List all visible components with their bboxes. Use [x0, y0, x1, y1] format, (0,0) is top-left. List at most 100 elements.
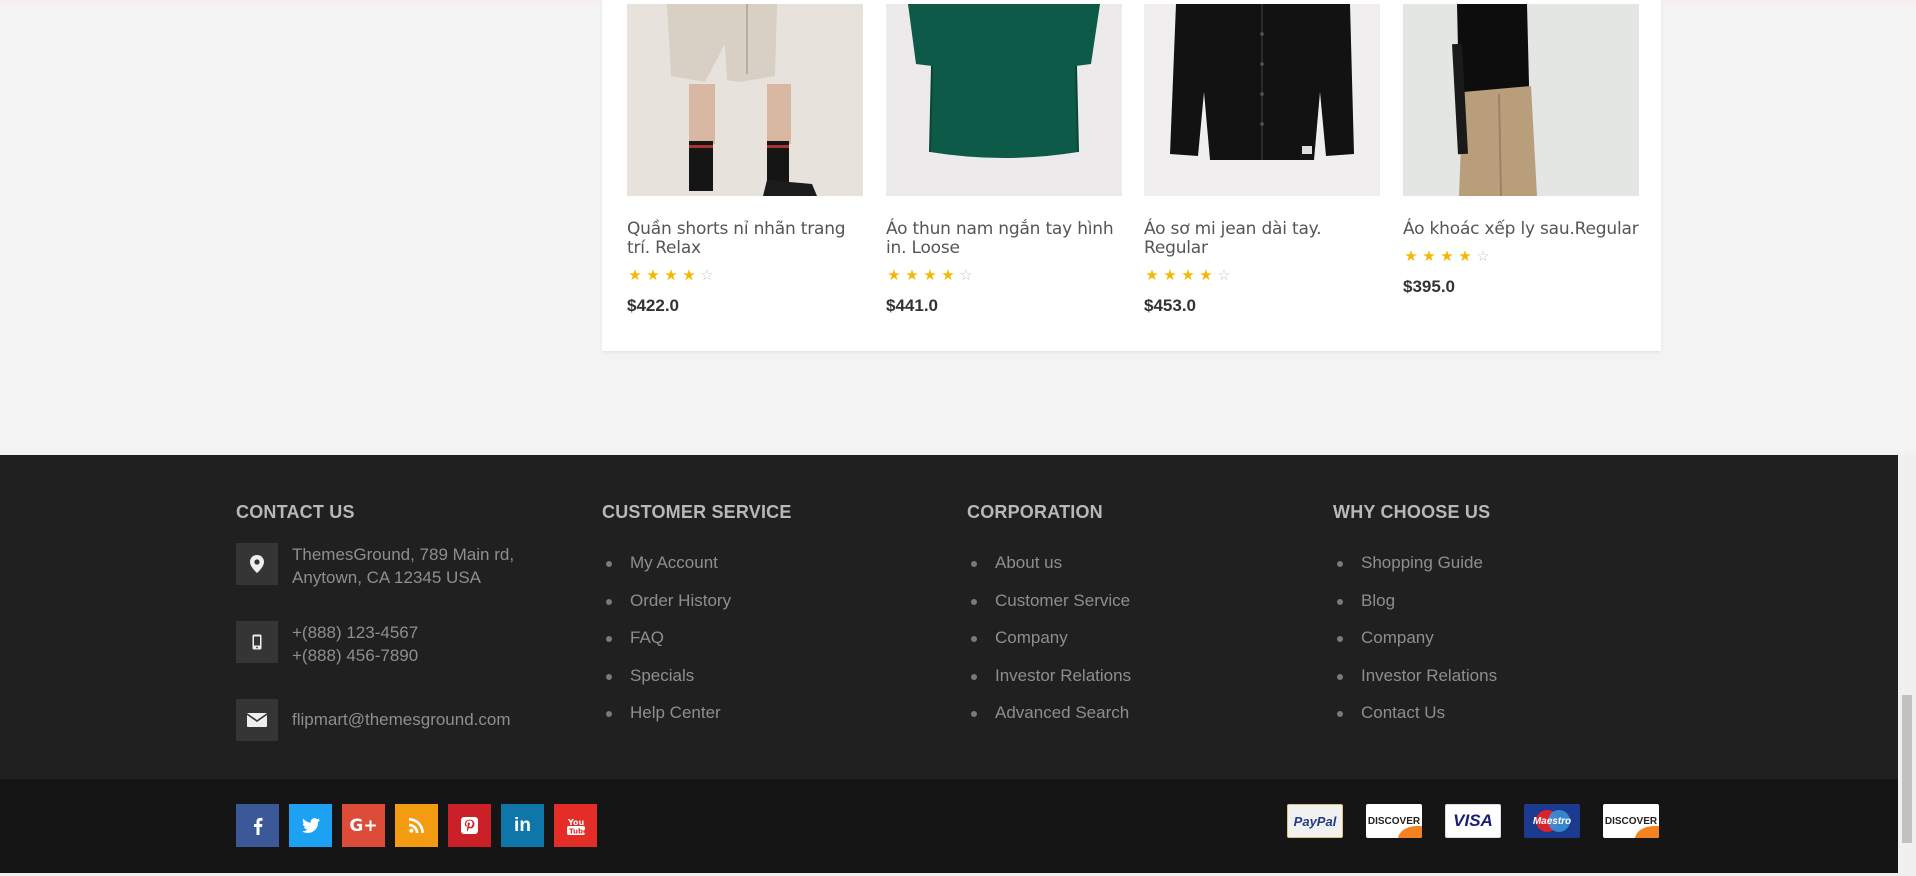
rss-icon[interactable]: [395, 804, 438, 847]
twitter-icon[interactable]: [289, 804, 332, 847]
star-filled-icon: ★: [1422, 248, 1436, 265]
address-text: ThemesGround, 789 Main rd, Anytown, CA 1…: [292, 545, 515, 587]
star-filled-icon: ★: [646, 267, 660, 284]
star-filled-icon: ★: [905, 267, 919, 284]
payment-methods: PayPal DISCOVER VISA Maestro DISCOVER: [1287, 804, 1659, 838]
footer-link[interactable]: Blog: [1333, 591, 1663, 630]
contact-title: CONTACT US: [236, 502, 355, 522]
footer-link[interactable]: Advanced Search: [967, 704, 1297, 742]
star-filled-icon: ★: [628, 267, 642, 284]
footer-link[interactable]: Customer Service: [967, 591, 1297, 630]
footer-link[interactable]: My Account: [602, 554, 932, 592]
product-price: $395.0: [1403, 277, 1455, 296]
phone-number[interactable]: +(888) 123-4567: [292, 621, 418, 644]
footer-link[interactable]: Company: [967, 629, 1297, 667]
discover-icon: DISCOVER: [1366, 804, 1422, 838]
product-name[interactable]: Quần shorts nỉ nhãn trang trí. Relax: [627, 220, 863, 258]
star-filled-icon: ★: [1458, 248, 1472, 265]
product-name[interactable]: Áo khoác xếp ly sau.Regular: [1403, 220, 1639, 239]
star-filled-icon: ★: [1145, 267, 1159, 284]
footer-link[interactable]: Company: [1333, 629, 1663, 667]
footer-link[interactable]: Help Center: [602, 704, 932, 742]
contact-phone: +(888) 123-4567 +(888) 456-7890: [236, 621, 418, 667]
star-filled-icon: ★: [1404, 248, 1418, 265]
maestro-icon: Maestro: [1524, 804, 1580, 838]
footer-why-choose-us: WHY CHOOSE US Shopping Guide Blog Compan…: [1333, 502, 1663, 742]
footer-link[interactable]: About us: [967, 554, 1297, 592]
page-scrollbar[interactable]: [1898, 455, 1916, 876]
email-link[interactable]: flipmart@themesground.com: [292, 699, 511, 741]
contact-email: flipmart@themesground.com: [236, 699, 511, 741]
product-price: $422.0: [627, 296, 679, 315]
payment-label: PayPal: [1293, 813, 1337, 829]
payment-label: DISCOVER: [1604, 815, 1658, 827]
customer-service-links: My Account Order History FAQ Specials He…: [602, 554, 932, 742]
mobile-phone-icon: [236, 621, 278, 663]
linkedin-icon[interactable]: in: [501, 804, 544, 847]
star-filled-icon: ★: [941, 267, 955, 284]
product-image[interactable]: [1403, 4, 1639, 196]
star-filled-icon: ★: [682, 267, 696, 284]
pinterest-icon[interactable]: [448, 804, 491, 847]
visa-icon: VISA: [1445, 804, 1501, 838]
payment-label: VISA: [1453, 811, 1493, 830]
product-name[interactable]: Áo thun nam ngắn tay hình in. Loose: [886, 220, 1122, 258]
facebook-icon[interactable]: [236, 804, 279, 847]
star-empty-icon: ☆: [1476, 248, 1490, 265]
star-filled-icon: ★: [1199, 267, 1213, 284]
product-card[interactable]: Áo thun nam ngắn tay hình in. Loose ★ ★ …: [886, 4, 1122, 316]
why-choose-us-links: Shopping Guide Blog Company Investor Rel…: [1333, 554, 1663, 742]
footer-corporation: CORPORATION About us Customer Service Co…: [967, 502, 1297, 742]
footer-link[interactable]: Contact Us: [1333, 704, 1663, 742]
why-choose-us-title: WHY CHOOSE US: [1333, 502, 1491, 522]
map-marker-icon: [236, 543, 278, 585]
footer-contact: CONTACT US: [236, 502, 566, 526]
payment-label: Maestro: [1532, 815, 1572, 827]
product-rating: ★ ★ ★ ★ ☆: [1403, 249, 1639, 265]
footer-link[interactable]: Investor Relations: [967, 666, 1297, 705]
star-filled-icon: ★: [923, 267, 937, 284]
star-empty-icon: ☆: [959, 267, 973, 284]
product-card[interactable]: Áo khoác xếp ly sau.Regular ★ ★ ★ ★ ☆ $3…: [1403, 4, 1639, 297]
product-rating: ★ ★ ★ ★ ☆: [886, 268, 1122, 284]
youtube-icon[interactable]: YouTube: [554, 804, 597, 847]
star-filled-icon: ★: [1440, 248, 1454, 265]
envelope-icon: [236, 699, 278, 741]
footer-link[interactable]: Shopping Guide: [1333, 554, 1663, 592]
google-plus-icon[interactable]: G+: [342, 804, 385, 847]
star-filled-icon: ★: [1181, 267, 1195, 284]
footer-link[interactable]: Specials: [602, 666, 932, 705]
customer-service-title: CUSTOMER SERVICE: [602, 502, 792, 522]
phone-numbers: +(888) 123-4567 +(888) 456-7890: [292, 621, 418, 667]
payment-label: DISCOVER: [1367, 815, 1421, 827]
scrollbar-thumb[interactable]: [1902, 695, 1912, 843]
star-filled-icon: ★: [664, 267, 678, 284]
star-filled-icon: ★: [1163, 267, 1177, 284]
footer-link[interactable]: FAQ: [602, 629, 932, 667]
product-image[interactable]: [1144, 4, 1380, 196]
star-empty-icon: ☆: [1217, 267, 1231, 284]
svg-text:Tube: Tube: [569, 827, 585, 835]
paypal-icon: PayPal: [1287, 804, 1343, 838]
star-empty-icon: ☆: [700, 267, 714, 284]
product-price: $453.0: [1144, 296, 1196, 315]
product-carousel: Quần shorts nỉ nhãn trang trí. Relax ★ ★…: [602, 0, 1661, 351]
footer-link[interactable]: Investor Relations: [1333, 666, 1663, 705]
social-links: G+ in YouTube: [236, 804, 597, 847]
product-name[interactable]: Áo sơ mi jean dài tay. Regular: [1144, 220, 1380, 258]
footer-customer-service: CUSTOMER SERVICE My Account Order Histor…: [602, 502, 932, 742]
svg-text:You: You: [567, 818, 585, 827]
product-rating: ★ ★ ★ ★ ☆: [627, 268, 863, 284]
corporation-links: About us Customer Service Company Invest…: [967, 554, 1297, 742]
product-card[interactable]: Quần shorts nỉ nhãn trang trí. Relax ★ ★…: [627, 4, 863, 316]
contact-address: ThemesGround, 789 Main rd, Anytown, CA 1…: [236, 543, 532, 589]
product-card[interactable]: Áo sơ mi jean dài tay. Regular ★ ★ ★ ★ ☆…: [1144, 4, 1380, 316]
corporation-title: CORPORATION: [967, 502, 1103, 522]
product-price: $441.0: [886, 296, 938, 315]
star-filled-icon: ★: [887, 267, 901, 284]
product-image[interactable]: [627, 4, 863, 196]
phone-number[interactable]: +(888) 456-7890: [292, 644, 418, 667]
footer-link[interactable]: Order History: [602, 591, 932, 630]
product-image[interactable]: [886, 4, 1122, 196]
discover-icon: DISCOVER: [1603, 804, 1659, 838]
